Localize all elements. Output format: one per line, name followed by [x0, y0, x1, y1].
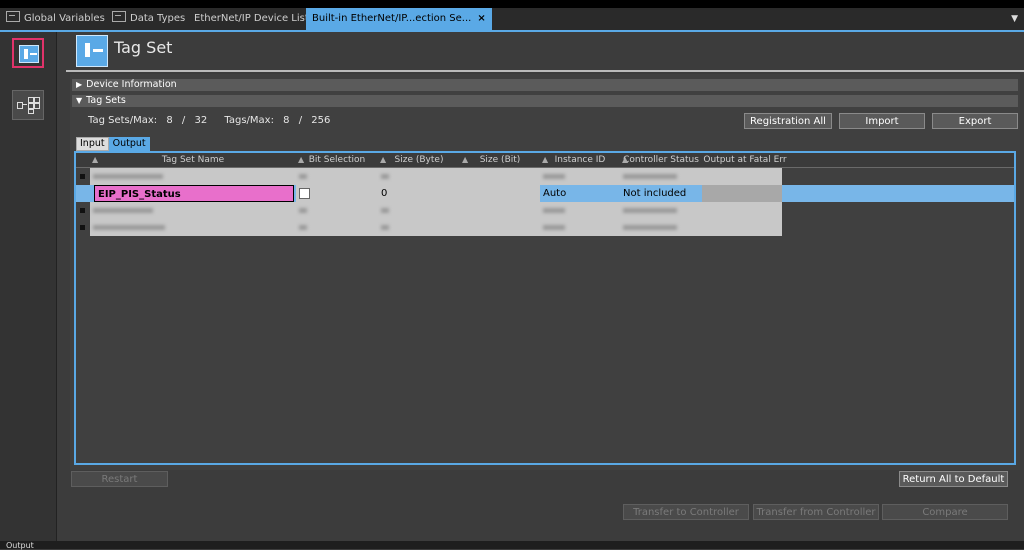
instance-id-cell[interactable]: Auto [540, 185, 620, 202]
output-panel-bar[interactable]: Output [0, 541, 1024, 550]
table-icon [6, 11, 20, 22]
device-information-section-header[interactable]: ▶ Device Information [72, 79, 1018, 91]
left-rail [0, 32, 57, 543]
bit-selection-checkbox[interactable] [299, 188, 310, 199]
tab-output[interactable]: Output [108, 137, 150, 151]
tag-sets-section-header[interactable]: ▼ Tag Sets [72, 95, 1018, 107]
column-header-instance-id[interactable]: ▲ Instance ID [540, 153, 620, 167]
row-indicator-icon [80, 225, 85, 230]
column-header-size-bit[interactable]: ▲ Size (Bit) [460, 153, 540, 167]
return-all-to-default-button[interactable]: Return All to Default [899, 471, 1008, 487]
tag-set-panel: ▶ Device Information ▼ Tag Sets Tag Sets/M… [70, 74, 1020, 470]
transfer-to-controller-button[interactable]: Transfer to Controller [623, 504, 749, 520]
restart-button[interactable]: Restart [71, 471, 168, 487]
sort-icon: ▲ [542, 155, 549, 164]
tag-set-view-button[interactable] [12, 38, 44, 68]
sort-icon: ▲ [462, 155, 469, 164]
transfer-from-controller-button[interactable]: Transfer from Controller [753, 504, 879, 520]
connection-view-button[interactable] [12, 90, 44, 120]
registration-all-button[interactable]: Registration All [744, 113, 832, 129]
table-row-selected[interactable]: EIP_PIS_Status 0 Auto Not included [76, 185, 1014, 202]
bit-selection-cell[interactable] [296, 185, 378, 202]
tag-counts: Tag Sets/Max: 8 / 32 Tags/Max: 8 / 256 [88, 115, 331, 126]
page-header: Tag Set [56, 32, 1024, 70]
import-button[interactable]: Import [839, 113, 925, 129]
column-header-controller-status[interactable]: ▲ Controller Status [620, 153, 702, 167]
tab-builtin-ethernet-ip-connection-settings[interactable]: Built-in EtherNet/IP...ection Se... × [306, 8, 492, 30]
sort-icon: ▲ [92, 155, 99, 164]
column-header-tag-set-name[interactable]: ▲ Tag Set Name [90, 153, 296, 167]
data-type-icon [112, 11, 126, 22]
header-divider [66, 70, 1024, 72]
table-row[interactable] [76, 219, 1014, 236]
tab-ethernet-ip-device-list[interactable]: EtherNet/IP Device List [194, 8, 309, 30]
tab-input[interactable]: Input [76, 137, 109, 151]
sort-icon: ▲ [298, 155, 305, 164]
export-button[interactable]: Export [932, 113, 1018, 129]
column-header-output-at-fatal-error[interactable]: Output at Fatal Err [702, 153, 788, 167]
tag-set-grid: ▲ Tag Set Name ▲ Bit Selection ▲ Size (Byte… [74, 151, 1016, 465]
tab-global-variables[interactable]: Global Variables [6, 8, 105, 30]
connection-icon [17, 97, 40, 114]
collapse-arrow-icon: ▼ [76, 96, 83, 105]
grid-header: ▲ Tag Set Name ▲ Bit Selection ▲ Size (Byte… [76, 153, 1014, 168]
sort-icon: ▲ [380, 155, 387, 164]
tag-set-name-cell[interactable]: EIP_PIS_Status [94, 185, 294, 202]
size-bit-cell [460, 185, 540, 202]
row-indicator-icon [80, 174, 85, 179]
table-row[interactable] [76, 202, 1014, 219]
size-byte-cell[interactable]: 0 [378, 185, 460, 202]
tag-set-icon [19, 45, 39, 63]
close-icon[interactable]: × [477, 13, 485, 24]
document-tab-bar: Global Variables Data Types EtherNet/IP … [0, 8, 1024, 32]
tab-list-dropdown-icon[interactable]: ▼ [1011, 8, 1018, 30]
top-strip [0, 0, 1024, 8]
controller-status-cell: Not included [623, 188, 687, 199]
output-at-fatal-error-cell[interactable] [702, 185, 782, 202]
sort-icon: ▲ [622, 155, 629, 164]
row-indicator-icon [80, 208, 85, 213]
table-row[interactable] [76, 168, 1014, 185]
column-header-size-byte[interactable]: ▲ Size (Byte) [378, 153, 460, 167]
expand-arrow-icon: ▶ [76, 80, 83, 89]
page-title: Tag Set [114, 38, 173, 57]
compare-button[interactable]: Compare [882, 504, 1008, 520]
direction-tabs: Input Output [76, 137, 150, 151]
tag-set-icon [76, 35, 108, 67]
tab-data-types[interactable]: Data Types [112, 8, 185, 30]
column-header-bit-selection[interactable]: ▲ Bit Selection [296, 153, 378, 167]
